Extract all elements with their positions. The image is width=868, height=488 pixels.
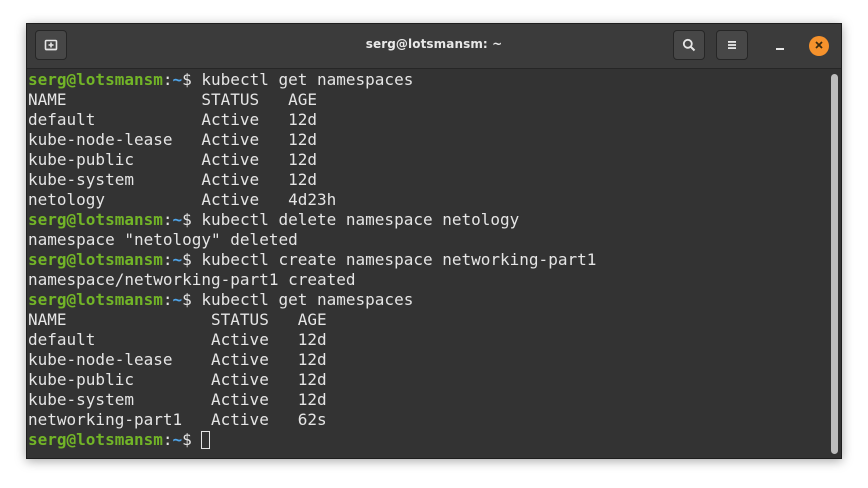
prompt-symbol: $: [182, 430, 202, 449]
prompt-line: serg@lotsmansm:~$ kubectl get namespaces: [28, 70, 827, 90]
command-text: kubectl create namespace networking-part…: [201, 250, 597, 269]
prompt-colon: :: [162, 70, 173, 89]
output-text: kube-public Active 12d: [28, 370, 327, 389]
output-text: namespace/networking-part1 created: [28, 270, 356, 289]
prompt-user-host: serg@lotsmansm: [28, 70, 163, 89]
prompt-path: ~: [172, 290, 183, 309]
prompt-colon: :: [162, 430, 173, 449]
output-text: default Active 12d: [28, 110, 317, 129]
scrollbar[interactable]: [831, 74, 838, 454]
output-line: namespace/networking-part1 created: [28, 270, 827, 290]
prompt-path: ~: [172, 210, 183, 229]
output-line: namespace "netology" deleted: [28, 230, 827, 250]
output-line: kube-public Active 12d: [28, 370, 827, 390]
text-cursor: [201, 431, 211, 449]
prompt-user-host: serg@lotsmansm: [28, 430, 163, 449]
output-line: kube-node-lease Active 12d: [28, 350, 827, 370]
output-line: NAME STATUS AGE: [28, 310, 827, 330]
output-text: kube-system Active 12d: [28, 390, 327, 409]
prompt-user-host: serg@lotsmansm: [28, 210, 163, 229]
terminal-window: serg@lotsmansm: ~ serg@lotsmansm:~$ kube…: [26, 23, 842, 459]
prompt-symbol: $: [182, 250, 202, 269]
output-text: namespace "netology" deleted: [28, 230, 298, 249]
prompt-symbol: $: [182, 290, 202, 309]
minimize-button[interactable]: [769, 36, 791, 58]
output-line: kube-public Active 12d: [28, 150, 827, 170]
command-text: kubectl get namespaces: [201, 290, 414, 309]
search-button[interactable]: [673, 30, 705, 60]
title-bar: serg@lotsmansm: ~: [27, 24, 841, 69]
prompt-line: serg@lotsmansm:~$ kubectl create namespa…: [28, 250, 827, 270]
prompt-line: serg@lotsmansm:~$ kubectl delete namespa…: [28, 210, 827, 230]
prompt-path: ~: [172, 250, 183, 269]
terminal-output[interactable]: serg@lotsmansm:~$ kubectl get namespaces…: [27, 70, 827, 458]
prompt-line: serg@lotsmansm:~$: [28, 430, 827, 450]
close-icon: [814, 37, 824, 55]
output-line: default Active 12d: [28, 110, 827, 130]
prompt-colon: :: [162, 290, 173, 309]
output-line: networking-part1 Active 62s: [28, 410, 827, 430]
command-text: kubectl delete namespace netology: [201, 210, 520, 229]
prompt-user-host: serg@lotsmansm: [28, 290, 163, 309]
output-line: kube-node-lease Active 12d: [28, 130, 827, 150]
search-icon: [682, 38, 696, 52]
prompt-colon: :: [162, 250, 173, 269]
prompt-colon: :: [162, 210, 173, 229]
prompt-user-host: serg@lotsmansm: [28, 250, 163, 269]
prompt-line: serg@lotsmansm:~$ kubectl get namespaces: [28, 290, 827, 310]
prompt-path: ~: [172, 430, 183, 449]
hamburger-menu-icon: [726, 39, 738, 51]
output-text: netology Active 4d23h: [28, 190, 337, 209]
output-line: NAME STATUS AGE: [28, 90, 827, 110]
prompt-symbol: $: [182, 70, 202, 89]
output-line: default Active 12d: [28, 330, 827, 350]
prompt-path: ~: [172, 70, 183, 89]
output-text: NAME STATUS AGE: [28, 310, 327, 329]
output-line: kube-system Active 12d: [28, 170, 827, 190]
output-text: kube-system Active 12d: [28, 170, 317, 189]
output-text: NAME STATUS AGE: [28, 90, 317, 109]
output-text: kube-node-lease Active 12d: [28, 350, 327, 369]
close-button[interactable]: [809, 36, 829, 56]
output-line: netology Active 4d23h: [28, 190, 827, 210]
minimize-icon: [775, 38, 785, 56]
output-text: kube-node-lease Active 12d: [28, 130, 317, 149]
output-text: networking-part1 Active 62s: [28, 410, 327, 429]
output-line: kube-system Active 12d: [28, 390, 827, 410]
output-text: kube-public Active 12d: [28, 150, 317, 169]
prompt-symbol: $: [182, 210, 202, 229]
output-text: default Active 12d: [28, 330, 327, 349]
command-text: kubectl get namespaces: [201, 70, 414, 89]
menu-button[interactable]: [716, 30, 748, 60]
